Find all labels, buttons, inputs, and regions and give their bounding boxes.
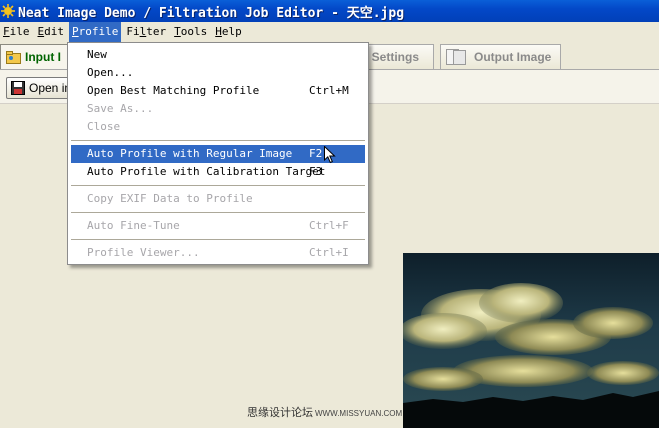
menu-separator (71, 239, 365, 240)
title-bar[interactable]: Neat Image Demo / Filtration Job Editor … (0, 0, 659, 22)
tab-output-image[interactable]: Output Image (440, 44, 561, 69)
menu-item-shortcut: Ctrl+I (309, 246, 349, 259)
menu-item-auto-fine-tune[interactable]: Auto Fine-Tune Ctrl+F (71, 217, 365, 235)
menu-item-auto-profile-regular-image[interactable]: Auto Profile with Regular Image F2 (71, 145, 365, 164)
input-image-preview (403, 253, 659, 428)
image-folder-icon (6, 50, 21, 64)
menu-item-label: Auto Profile with Regular Image (87, 147, 293, 160)
menu-edit[interactable]: Edit (35, 22, 68, 42)
menu-item-shortcut: Ctrl+M (309, 84, 349, 97)
menu-item-save-as[interactable]: Save As... (71, 100, 365, 118)
tab-output-label: Output Image (474, 50, 552, 64)
menu-item-open[interactable]: Open... (71, 64, 365, 82)
watermark-text: 思缘设计论坛 (247, 407, 313, 419)
menu-separator (71, 140, 365, 141)
profile-dropdown-menu: New Open... Open Best Matching Profile C… (67, 42, 369, 265)
menu-separator (71, 185, 365, 186)
tab-input-label: Input I (25, 50, 61, 64)
menu-item-label: Open... (87, 66, 134, 79)
menu-item-open-best-matching-profile[interactable]: Open Best Matching Profile Ctrl+M (71, 82, 365, 100)
floppy-disk-icon (11, 81, 25, 95)
open-input-image-button[interactable]: Open in (6, 77, 76, 99)
menu-item-close[interactable]: Close (71, 118, 365, 136)
menu-item-label: Auto Profile with Calibration Target (87, 165, 326, 178)
window-title: Neat Image Demo / Filtration Job Editor … (18, 5, 405, 21)
open-button-label: Open in (29, 81, 72, 95)
menu-item-auto-profile-calibration-target[interactable]: Auto Profile with Calibration Target F3 (71, 163, 365, 181)
menu-separator (71, 212, 365, 213)
menu-item-label: Copy EXIF Data to Profile (87, 192, 253, 205)
tab-input-image[interactable]: Input I (0, 44, 70, 69)
menu-item-label: Auto Fine-Tune (87, 219, 180, 232)
menu-item-new[interactable]: New (71, 46, 365, 64)
menu-item-shortcut: Ctrl+F (309, 219, 349, 232)
menu-help[interactable]: Help (212, 22, 245, 42)
menu-item-copy-exif-data[interactable]: Copy EXIF Data to Profile (71, 190, 365, 208)
app-icon[interactable] (1, 4, 15, 18)
watermark: 思缘设计论坛 WWW.MISSYUAN.COM (247, 404, 402, 420)
menu-bar: File Edit Profile Filter Tools Help (0, 22, 659, 42)
menu-item-profile-viewer[interactable]: Profile Viewer... Ctrl+I (71, 244, 365, 262)
menu-tools[interactable]: Tools (171, 22, 210, 42)
menu-item-shortcut: F3 (309, 165, 323, 178)
menu-item-label: Close (87, 120, 121, 133)
output-image-icon (446, 49, 466, 65)
menu-filter[interactable]: Filter (123, 22, 169, 42)
menu-profile[interactable]: Profile (69, 22, 122, 42)
menu-item-label: Profile Viewer... (87, 246, 200, 259)
menu-item-label: New (87, 48, 107, 61)
menu-item-shortcut: F2 (309, 147, 323, 160)
menu-item-label: Open Best Matching Profile (87, 84, 260, 97)
menu-item-label: Save As... (87, 102, 154, 115)
watermark-site: WWW.MISSYUAN.COM (315, 409, 403, 418)
menu-file[interactable]: File (0, 22, 33, 42)
